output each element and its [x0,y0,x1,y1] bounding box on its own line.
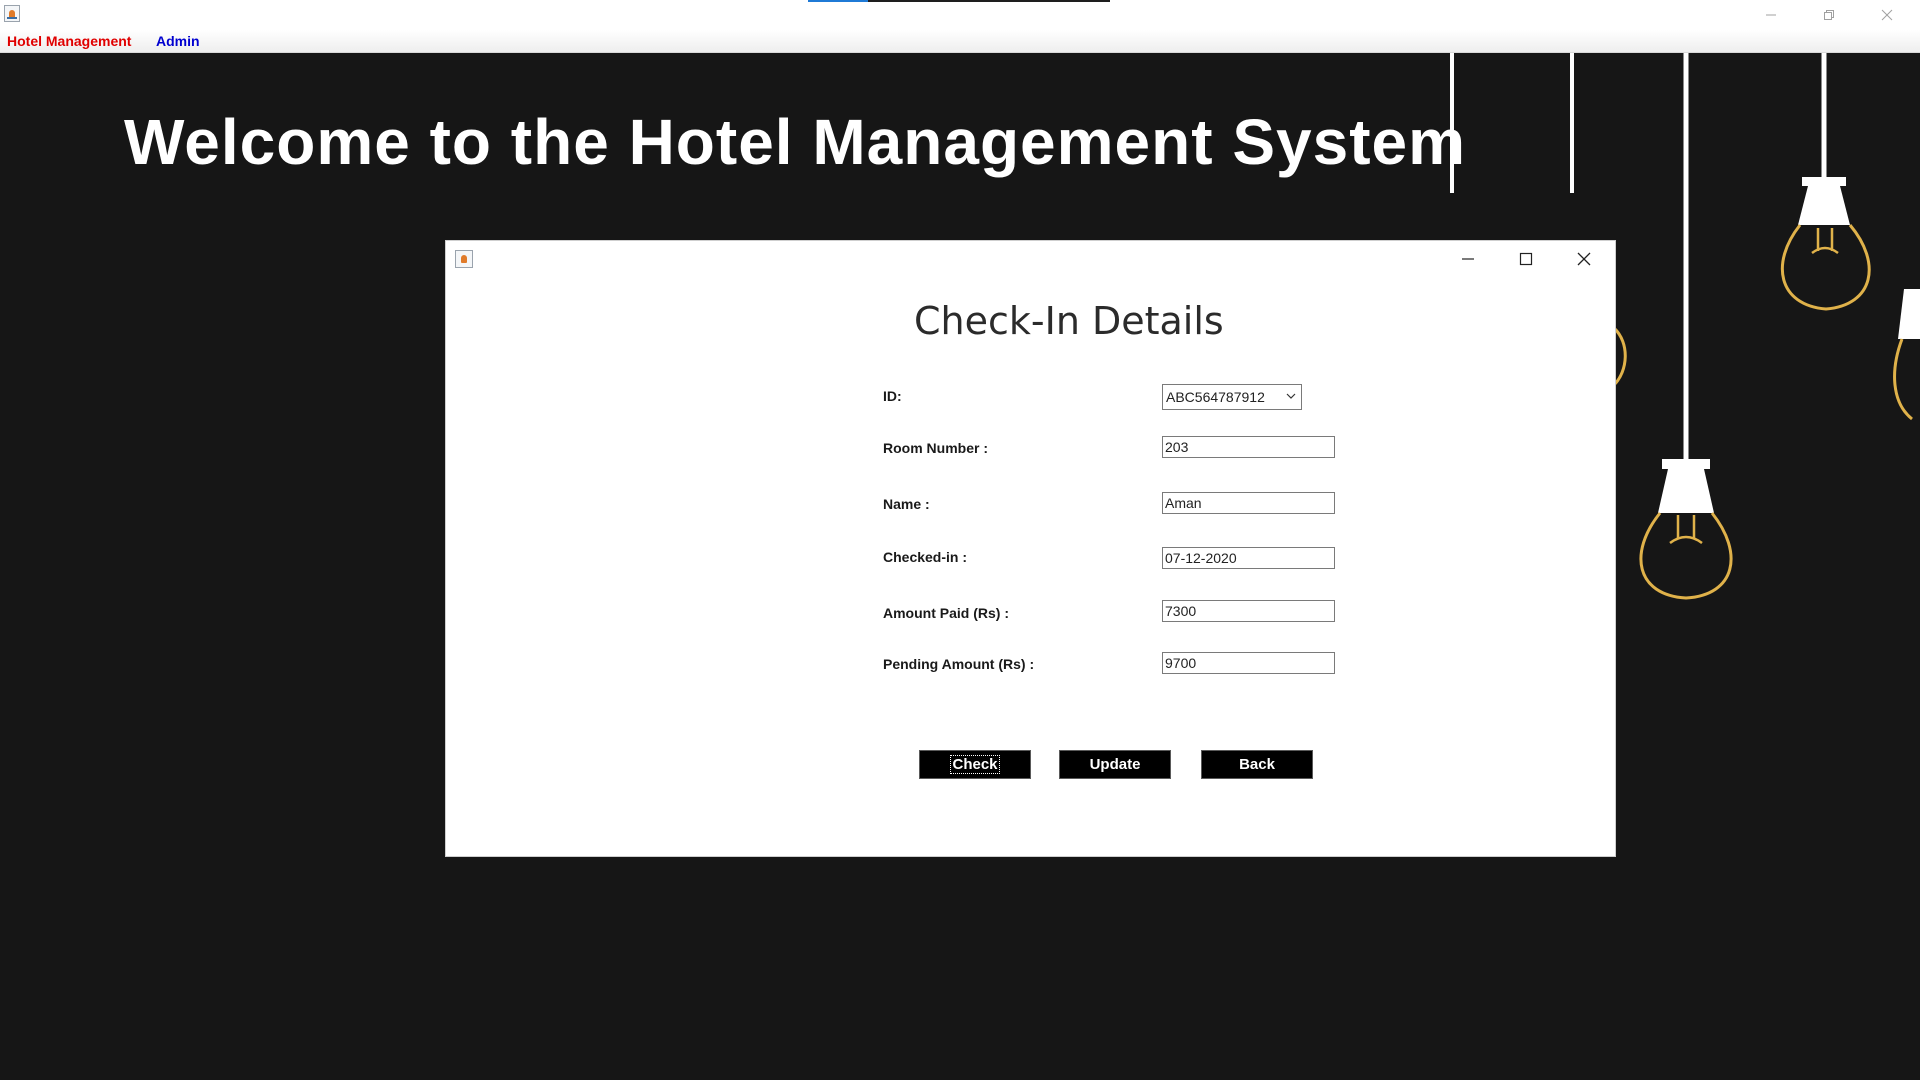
amount-paid-field[interactable] [1162,600,1335,622]
chevron-down-icon [1286,393,1296,399]
update-button-label: Update [1089,756,1141,773]
pending-amount-label: Pending Amount (Rs) : [883,656,1035,672]
checked-in-field[interactable] [1162,547,1335,569]
close-icon [1881,9,1893,21]
dialog-title: Check-In Details [914,299,1224,343]
close-icon [1577,252,1591,266]
dialog-minimize-button[interactable] [1439,241,1497,277]
window-title-bar [0,0,1920,30]
id-dropdown-value: ABC564787912 [1166,389,1265,405]
check-in-details-dialog: Check-In Details ID: ABC564787912 Room N… [446,241,1615,856]
restore-icon [1824,10,1834,20]
id-dropdown[interactable]: ABC564787912 [1162,384,1302,410]
check-button-label: Check [950,755,1000,774]
room-number-label: Room Number : [883,440,988,456]
name-field[interactable] [1162,492,1335,514]
java-app-icon [4,5,20,22]
lightbulb-icon [1639,459,1733,600]
minimize-icon [1766,14,1776,16]
dialog-maximize-button[interactable] [1497,241,1555,277]
back-button[interactable]: Back [1201,750,1313,779]
name-label: Name : [883,496,930,512]
pending-amount-field[interactable] [1162,652,1335,674]
title-progress-fill [808,0,869,2]
title-progress-bar [808,0,1110,2]
lightbulb-icon [1893,289,1920,421]
minimize-icon [1462,258,1474,260]
bulb-arc-partial [1612,326,1627,387]
room-number-field[interactable] [1162,436,1335,458]
window-minimize-button[interactable] [1748,0,1794,30]
lightbulb-icon [1780,177,1871,311]
back-button-label: Back [1239,756,1275,773]
window-close-button[interactable] [1864,0,1910,30]
dialog-close-button[interactable] [1555,241,1613,277]
check-button[interactable]: Check [919,750,1031,779]
checked-in-label: Checked-in : [883,549,968,565]
amount-paid-label: Amount Paid (Rs) : [883,605,1009,621]
main-background: Welcome to the Hotel Management System C… [0,53,1920,1080]
java-app-icon [455,250,473,268]
id-label: ID: [883,388,902,404]
menu-admin[interactable]: Admin [156,33,200,49]
maximize-icon [1519,252,1533,266]
menu-bar: Hotel Management Admin [0,30,1920,53]
window-restore-button[interactable] [1806,0,1852,30]
menu-hotel-management[interactable]: Hotel Management [7,33,131,49]
update-button[interactable]: Update [1059,750,1171,779]
